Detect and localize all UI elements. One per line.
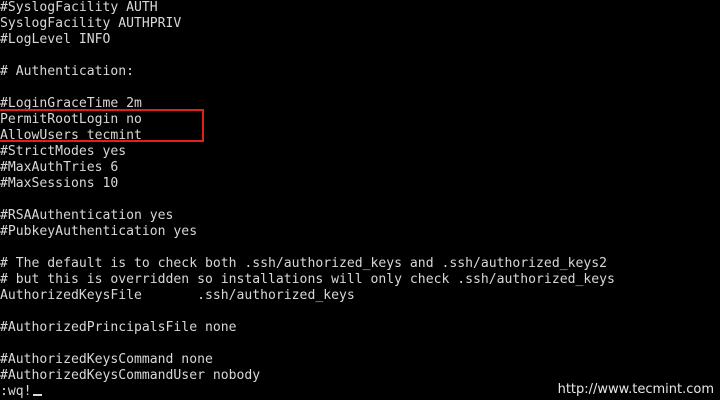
config-line: # Authentication: bbox=[0, 64, 135, 79]
config-line: #MaxSessions 10 bbox=[0, 176, 119, 191]
cursor-icon bbox=[32, 394, 42, 396]
config-line: # The default is to check both .ssh/auth… bbox=[0, 256, 607, 271]
config-line: AuthorizedKeysFile .ssh/authorized_keys bbox=[0, 288, 355, 303]
config-line: #LogLevel INFO bbox=[0, 32, 111, 47]
config-line: #MaxAuthTries 6 bbox=[0, 160, 119, 175]
watermark: http://www.tecmint.com bbox=[557, 382, 714, 397]
command-text: :wq! bbox=[0, 384, 32, 399]
config-line: #SyslogFacility AUTH bbox=[0, 0, 158, 15]
config-line: #AuthorizedKeysCommandUser nobody bbox=[0, 368, 261, 383]
config-line: #PubkeyAuthentication yes bbox=[0, 224, 198, 239]
config-line: # but this is overridden so installation… bbox=[0, 272, 615, 287]
config-line: #StrictModes yes bbox=[0, 144, 127, 159]
command-line[interactable]: :wq! bbox=[0, 384, 42, 400]
highlight-box bbox=[0, 109, 204, 142]
config-line: #AuthorizedPrincipalsFile none bbox=[0, 320, 237, 335]
config-line: #RSAAuthentication yes bbox=[0, 208, 174, 223]
config-line: #AuthorizedKeysCommand none bbox=[0, 352, 213, 367]
config-line: SyslogFacility AUTHPRIV bbox=[0, 16, 182, 31]
terminal-window[interactable]: #SyslogFacility AUTH SyslogFacility AUTH… bbox=[0, 0, 720, 400]
